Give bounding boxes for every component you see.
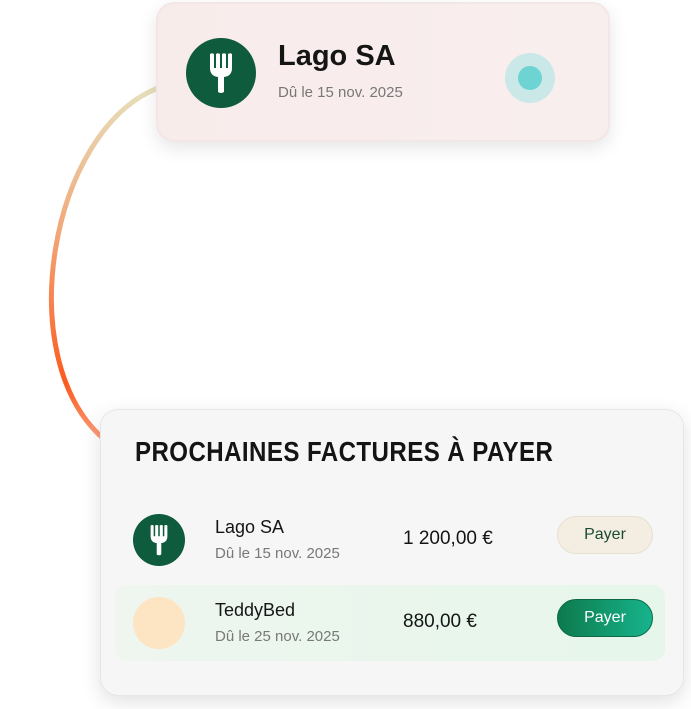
fork-icon xyxy=(186,38,256,108)
section-title: PROCHAINES FACTURES À PAYER xyxy=(135,436,554,467)
invoice-company-name: TeddyBed xyxy=(215,600,296,620)
invoice-amount: 880,00 € xyxy=(403,611,477,632)
invoice-company-name: Lago SA xyxy=(215,517,285,537)
invoice-amount: 1 200,00 € xyxy=(403,528,493,549)
fork-icon xyxy=(133,514,185,566)
notification-card[interactable]: Lago SA Dû le 15 nov. 2025 xyxy=(156,2,610,142)
invoice-due-date: Dû le 25 nov. 2025 xyxy=(215,628,340,645)
invoice-row: Lago SA Dû le 15 nov. 2025 1 200,00 € Pa… xyxy=(115,502,665,578)
status-indicator xyxy=(505,53,555,103)
upcoming-invoices-card: PROCHAINES FACTURES À PAYER Lago SA Dû l… xyxy=(100,409,684,696)
notification-due-date: Dû le 15 nov. 2025 xyxy=(278,84,403,101)
invoice-due-date: Dû le 15 nov. 2025 xyxy=(215,545,340,562)
moon-icon xyxy=(133,597,185,649)
invoice-row: TeddyBed Dû le 25 nov. 2025 880,00 € Pay… xyxy=(115,585,665,661)
pay-button-teddybed[interactable]: Payer xyxy=(557,599,653,637)
notification-company-name: Lago SA xyxy=(278,40,396,72)
pay-button-lago[interactable]: Payer xyxy=(557,516,653,554)
